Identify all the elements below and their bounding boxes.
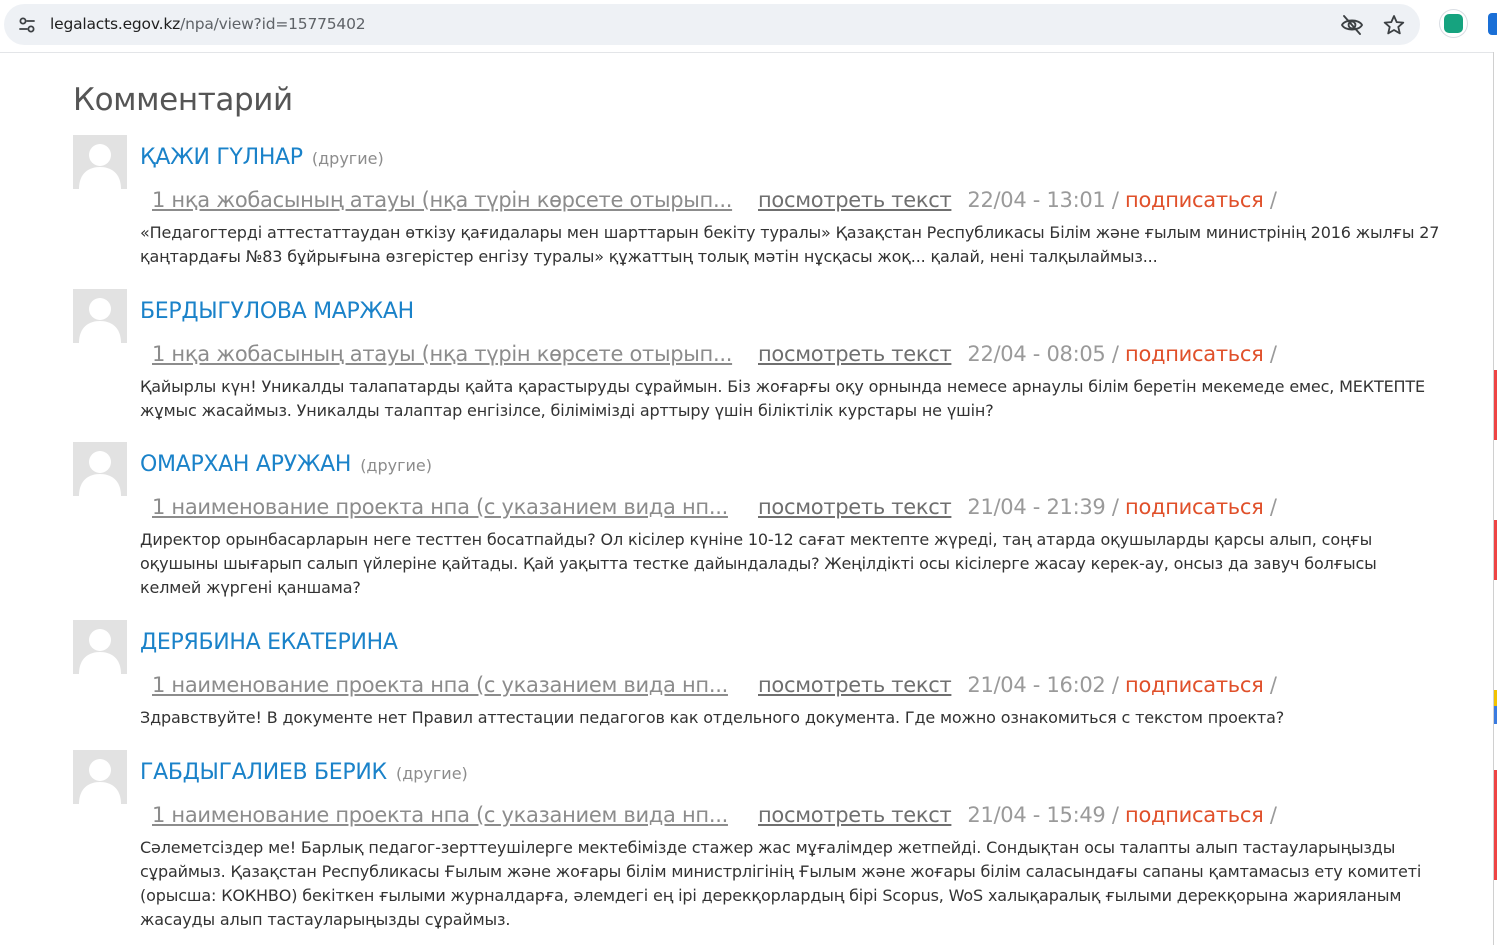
user-placeholder-icon bbox=[79, 144, 121, 189]
separator: / bbox=[1269, 188, 1277, 212]
avatar bbox=[73, 135, 127, 189]
separator: / bbox=[1111, 342, 1119, 366]
avatar bbox=[73, 750, 127, 804]
url-host: legalacts.egov.kz bbox=[50, 15, 181, 33]
extension-logo-icon bbox=[1444, 14, 1463, 33]
view-text-link[interactable]: посмотреть текст bbox=[758, 803, 952, 827]
comment-meta: 1 наименование проекта нпа (с указанием … bbox=[152, 673, 1277, 697]
avatar bbox=[73, 620, 127, 674]
avatar bbox=[73, 289, 127, 343]
author-name-link[interactable]: ҚАЖИ ГҮЛНАР bbox=[140, 145, 303, 170]
separator: / bbox=[1111, 673, 1119, 697]
eye-off-icon[interactable] bbox=[1340, 14, 1364, 36]
view-text-link[interactable]: посмотреть текст bbox=[758, 495, 952, 519]
separator: / bbox=[1111, 803, 1119, 827]
comment-text: Қайырлы күн! Уникалды талапатарды қайта … bbox=[140, 377, 1426, 420]
separator: / bbox=[1269, 673, 1277, 697]
comment-date: 22/04 - 08:05 bbox=[967, 342, 1106, 366]
comment-meta: 1 наименование проекта нпа (с указанием … bbox=[152, 803, 1277, 827]
address-bar[interactable]: legalacts.egov.kz/npa/view?id=15775402 bbox=[4, 4, 1420, 45]
document-title-link[interactable]: 1 наименование проекта нпа (с указанием … bbox=[152, 803, 734, 827]
document-title-link[interactable]: 1 нқа жобасының атауы (нқа түрін көрсете… bbox=[152, 342, 734, 366]
url-text[interactable]: legalacts.egov.kz/npa/view?id=15775402 bbox=[50, 15, 366, 33]
comment-text: «Педагогтерді аттестаттаудан өткізу қағи… bbox=[140, 223, 1440, 266]
separator: / bbox=[1269, 342, 1277, 366]
separator: / bbox=[1111, 188, 1119, 212]
subscribe-link[interactable]: подписаться bbox=[1125, 188, 1264, 212]
author-tag: (другие) bbox=[311, 149, 384, 168]
comment-meta: 1 нқа жобасының атауы (нқа түрін көрсете… bbox=[152, 188, 1277, 212]
comment-date: 21/04 - 21:39 bbox=[967, 495, 1106, 519]
comment-date: 21/04 - 16:02 bbox=[967, 673, 1106, 697]
comment-text: Здравствуйте! В документе нет Правил атт… bbox=[140, 708, 1285, 727]
subscribe-link[interactable]: подписаться bbox=[1125, 673, 1264, 697]
view-text-link[interactable]: посмотреть текст bbox=[758, 342, 952, 366]
user-placeholder-icon bbox=[79, 298, 121, 343]
separator: / bbox=[1269, 803, 1277, 827]
view-text-link[interactable]: посмотреть текст bbox=[758, 188, 952, 212]
subscribe-link[interactable]: подписаться bbox=[1125, 495, 1264, 519]
browser-toolbar: legalacts.egov.kz/npa/view?id=15775402 bbox=[0, 0, 1497, 53]
user-placeholder-icon bbox=[79, 629, 121, 674]
document-title-link[interactable]: 1 наименование проекта нпа (с указанием … bbox=[152, 673, 734, 697]
comment-meta: 1 наименование проекта нпа (с указанием … bbox=[152, 495, 1277, 519]
site-info-icon[interactable] bbox=[17, 15, 37, 35]
author-name-link[interactable]: БЕРДЫГУЛОВА МАРЖАН bbox=[140, 299, 414, 324]
url-path: /npa/view?id=15775402 bbox=[180, 15, 366, 33]
avatar bbox=[73, 442, 127, 496]
subscribe-link[interactable]: подписаться bbox=[1125, 803, 1264, 827]
separator: / bbox=[1269, 495, 1277, 519]
document-title-link[interactable]: 1 наименование проекта нпа (с указанием … bbox=[152, 495, 734, 519]
extension-icon[interactable] bbox=[1440, 10, 1467, 37]
user-placeholder-icon bbox=[79, 451, 121, 496]
bookmark-star-icon[interactable] bbox=[1383, 14, 1405, 36]
document-title-link[interactable]: 1 нқа жобасының атауы (нқа түрін көрсете… bbox=[152, 188, 734, 212]
author-tag: (другие) bbox=[395, 764, 468, 783]
author-name-link[interactable]: ДЕРЯБИНА ЕКАТЕРИНА bbox=[140, 630, 398, 655]
page-title: Комментарий bbox=[73, 82, 293, 118]
author-tag: (другие) bbox=[360, 456, 433, 475]
subscribe-link[interactable]: подписаться bbox=[1125, 342, 1264, 366]
separator: / bbox=[1111, 495, 1119, 519]
view-text-link[interactable]: посмотреть текст bbox=[758, 673, 952, 697]
user-placeholder-icon bbox=[79, 759, 121, 804]
author-name-link[interactable]: ГАБДЫГАЛИЕВ БЕРИК bbox=[140, 760, 387, 785]
comment-text: Сәлеметсіздер ме! Барлық педагог-зерттеу… bbox=[140, 838, 1422, 929]
extension-icon-2[interactable] bbox=[1488, 13, 1497, 35]
comment-date: 22/04 - 13:01 bbox=[967, 188, 1106, 212]
comment-meta: 1 нқа жобасының атауы (нқа түрін көрсете… bbox=[152, 342, 1277, 366]
author-name-link[interactable]: ОМАРХАН АРУЖАН bbox=[140, 452, 351, 477]
comment-date: 21/04 - 15:49 bbox=[967, 803, 1106, 827]
comment-text: Директор орынбасарларын неге тесттен бос… bbox=[140, 530, 1377, 597]
